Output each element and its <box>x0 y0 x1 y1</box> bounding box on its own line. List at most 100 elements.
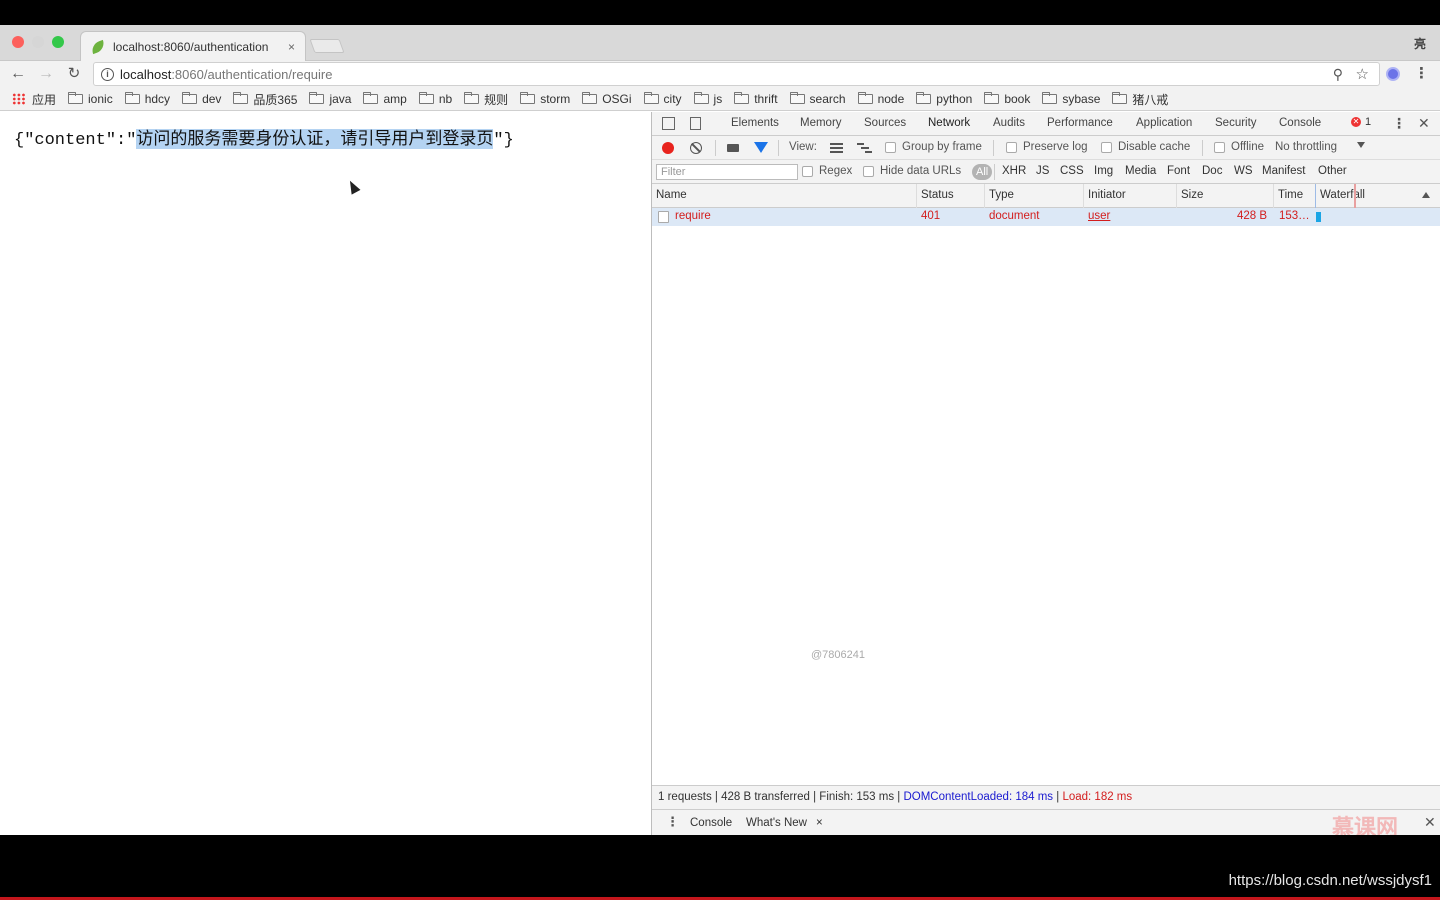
column-size[interactable]: Size <box>1181 189 1203 201</box>
bookmark-folder-sybase[interactable]: sybase <box>1042 92 1100 106</box>
drawer-close-icon[interactable]: ✕ <box>1424 814 1436 831</box>
bookmark-folder-js[interactable]: js <box>693 92 722 106</box>
request-initiator-link[interactable]: user <box>1088 210 1110 222</box>
bookmark-folder-zhubajie[interactable]: 猪八戒 <box>1112 91 1168 108</box>
filter-ws[interactable]: WS <box>1234 165 1253 177</box>
info-icon[interactable]: i <box>101 68 114 81</box>
toolbar-divider <box>715 140 716 156</box>
bookmark-folder-java[interactable]: java <box>309 92 351 106</box>
request-name[interactable]: require <box>675 210 711 222</box>
filter-css[interactable]: CSS <box>1060 165 1084 177</box>
bookmark-folder-node[interactable]: node <box>857 92 904 106</box>
minimize-window-button[interactable] <box>32 36 44 48</box>
error-count-badge[interactable]: ✕ 1 <box>1351 116 1371 128</box>
offline-checkbox[interactable] <box>1214 142 1225 153</box>
filter-funnel-icon[interactable] <box>754 142 768 153</box>
column-name[interactable]: Name <box>656 189 687 201</box>
bookmark-folder-dev[interactable]: dev <box>182 92 221 106</box>
filter-js[interactable]: JS <box>1036 165 1049 177</box>
watermark-text: @7806241 <box>811 649 865 661</box>
zoom-icon[interactable]: ⚲ <box>1333 66 1343 83</box>
bookmark-folder-book[interactable]: book <box>984 92 1030 106</box>
group-by-frame-checkbox[interactable] <box>885 142 896 153</box>
filter-doc[interactable]: Doc <box>1202 165 1222 177</box>
large-rows-icon[interactable] <box>830 143 843 153</box>
bookmark-folder-quality365[interactable]: 品质365 <box>233 91 297 108</box>
bookmark-folder-ionic[interactable]: ionic <box>68 92 113 106</box>
column-initiator[interactable]: Initiator <box>1088 189 1126 201</box>
tab-network[interactable]: Network <box>928 117 970 129</box>
bookmark-folder-amp[interactable]: amp <box>363 92 407 106</box>
filter-other[interactable]: Other <box>1318 165 1347 177</box>
record-icon[interactable] <box>662 142 674 154</box>
column-waterfall[interactable]: Waterfall <box>1320 189 1365 201</box>
tab-close-icon[interactable]: × <box>288 40 295 54</box>
drawer-tab-console[interactable]: Console <box>690 817 732 829</box>
devtools-tab-bar: Elements Memory Sources Network Audits P… <box>652 112 1440 136</box>
tab-audits[interactable]: Audits <box>993 117 1025 129</box>
bookmark-folder-osgi[interactable]: OSGi <box>582 92 632 106</box>
chevron-down-icon[interactable] <box>1357 142 1365 148</box>
disable-cache-checkbox[interactable] <box>1101 142 1112 153</box>
address-bar[interactable]: i localhost:8060/authentication/require … <box>93 62 1380 86</box>
chrome-menu-icon[interactable]: ⋮ <box>1414 64 1429 82</box>
column-time[interactable]: Time <box>1278 189 1303 201</box>
device-toolbar-icon[interactable] <box>690 117 701 130</box>
close-window-button[interactable] <box>12 36 24 48</box>
drawer-tab-whats-new[interactable]: What's New <box>746 817 807 829</box>
new-tab-button[interactable] <box>309 39 345 53</box>
bookmark-folder-hdcy[interactable]: hdcy <box>124 92 170 106</box>
tab-memory[interactable]: Memory <box>800 117 842 129</box>
devtools-close-icon[interactable]: ✕ <box>1418 115 1430 132</box>
hide-data-urls-checkbox[interactable] <box>863 166 874 177</box>
bookmark-folder-rules[interactable]: 规则 <box>464 91 508 108</box>
tab-performance[interactable]: Performance <box>1047 117 1113 129</box>
profile-name[interactable]: 亮 <box>1414 35 1426 52</box>
overview-waterfall-icon[interactable] <box>857 143 872 153</box>
bookmark-star-icon[interactable]: ☆ <box>1356 65 1369 83</box>
clear-icon[interactable] <box>690 142 702 154</box>
column-status[interactable]: Status <box>921 189 954 201</box>
bookmark-folder-nb[interactable]: nb <box>418 92 452 106</box>
devtools-panel: Elements Memory Sources Network Audits P… <box>651 112 1440 835</box>
tab-console[interactable]: Console <box>1279 117 1321 129</box>
maximize-window-button[interactable] <box>52 36 64 48</box>
bookmark-folder-search[interactable]: search <box>789 92 846 106</box>
inspect-element-icon[interactable] <box>662 117 675 130</box>
table-row[interactable]: require 401 document user 428 B 153… <box>652 208 1440 226</box>
bookmark-folder-python[interactable]: python <box>916 92 972 106</box>
waterfall-bar[interactable] <box>1316 212 1321 222</box>
drawer-tab-close-icon[interactable]: × <box>816 817 823 829</box>
screenshot-camera-icon[interactable] <box>727 144 739 152</box>
browser-tab[interactable]: localhost:8060/authentication × <box>80 31 306 61</box>
regex-checkbox[interactable] <box>802 166 813 177</box>
filter-font[interactable]: Font <box>1167 165 1190 177</box>
extension-icon[interactable] <box>1386 67 1400 81</box>
filter-input[interactable]: Filter <box>656 164 798 180</box>
filter-img[interactable]: Img <box>1094 165 1113 177</box>
folder-icon <box>309 92 325 104</box>
column-type[interactable]: Type <box>989 189 1014 201</box>
filter-xhr[interactable]: XHR <box>1002 165 1026 177</box>
filter-all-pill[interactable]: All <box>972 164 993 180</box>
bookmark-apps[interactable]: 应用 <box>12 91 56 108</box>
bookmark-folder-thrift[interactable]: thrift <box>734 92 778 106</box>
tab-sources[interactable]: Sources <box>864 117 906 129</box>
tab-title: localhost:8060/authentication <box>113 39 269 54</box>
reload-icon[interactable]: ↻ <box>64 64 84 84</box>
back-arrow-icon[interactable]: ← <box>8 64 28 84</box>
bookmark-folder-city[interactable]: city <box>643 92 682 106</box>
forward-arrow-icon[interactable]: → <box>36 64 56 84</box>
tab-elements[interactable]: Elements <box>731 117 779 129</box>
summary-domcontentloaded: DOMContentLoaded: 184 ms <box>903 791 1054 803</box>
throttling-select[interactable]: No throttling <box>1275 141 1337 153</box>
drawer-menu-icon[interactable]: ⋮ <box>666 814 679 830</box>
devtools-menu-icon[interactable]: ⋮ <box>1392 115 1406 132</box>
tab-application[interactable]: Application <box>1136 117 1192 129</box>
toolbar-divider <box>994 164 995 180</box>
bookmark-folder-storm[interactable]: storm <box>520 92 570 106</box>
filter-manifest[interactable]: Manifest <box>1262 165 1305 177</box>
preserve-log-checkbox[interactable] <box>1006 142 1017 153</box>
filter-media[interactable]: Media <box>1125 165 1156 177</box>
tab-security[interactable]: Security <box>1215 117 1257 129</box>
